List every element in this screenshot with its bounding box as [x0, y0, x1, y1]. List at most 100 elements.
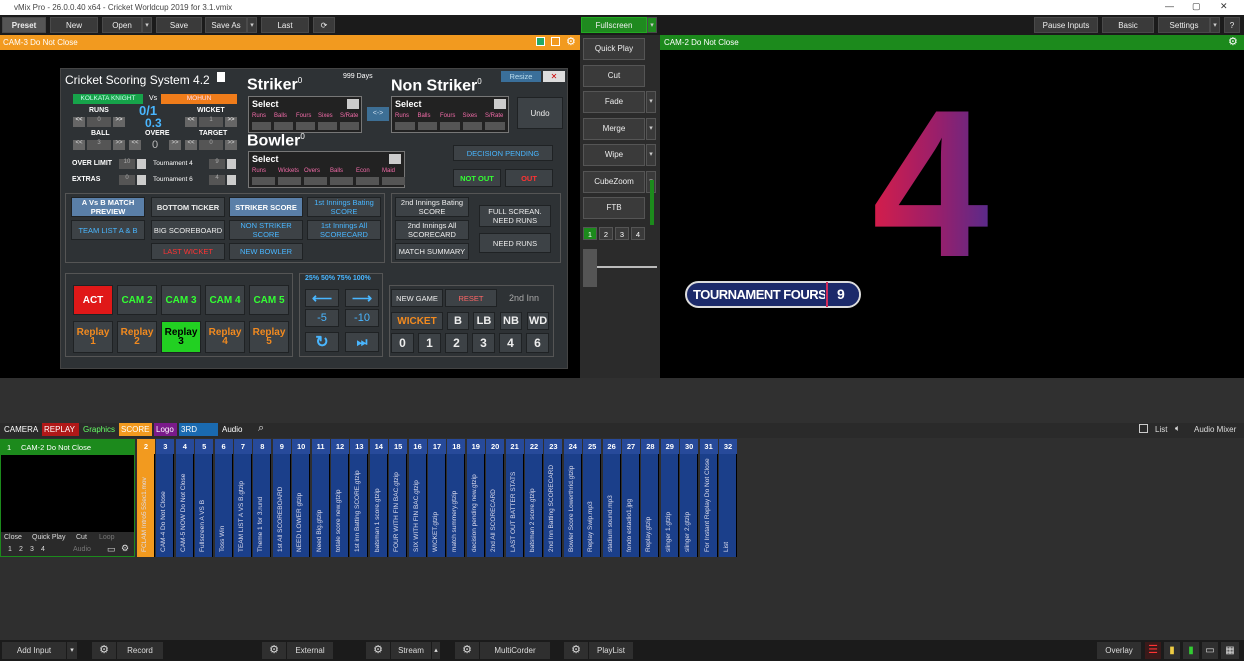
run-0-button[interactable]: 0 — [391, 333, 414, 353]
level-icon[interactable]: ▮ — [1183, 642, 1199, 659]
cam-button-1[interactable]: ACT — [73, 285, 113, 315]
no-ball-button[interactable]: NB — [500, 312, 522, 330]
bye-button[interactable]: B — [447, 312, 469, 330]
input-tile-10[interactable]: 10 NEED LOWER gtzip — [292, 439, 311, 557]
input-1[interactable]: 1 CAM-2 Do Not Close Close Quick Play Cut L… — [0, 439, 135, 557]
input-1-loop-button[interactable]: Loop — [99, 534, 115, 541]
input-tile-7[interactable]: 7 TEAM LIST A VS B.gtzip — [234, 439, 252, 557]
bottom-ticker-button[interactable]: BOTTOM TICKER — [151, 197, 225, 217]
speed-percent-label[interactable]: 25% 50% 75% 100% — [305, 275, 371, 282]
quick-play-button[interactable]: Quick Play — [583, 38, 645, 60]
merge-button[interactable]: Merge — [583, 118, 645, 140]
avsb-preview-button[interactable]: A Vs B MATCH PREVIEW — [71, 197, 145, 217]
wicket-plus-button[interactable]: >> — [225, 117, 237, 127]
open-button[interactable]: Open — [102, 17, 142, 33]
multicorder-gear-icon[interactable]: ⚙ — [455, 642, 479, 659]
refresh-icon[interactable]: ⟳ — [313, 17, 335, 33]
reset-button[interactable]: RESET — [445, 289, 497, 307]
input-1-quick-play-button[interactable]: Quick Play — [32, 534, 65, 541]
match-summary-button[interactable]: MATCH SUMMARY — [395, 243, 469, 260]
input-1-slot-2[interactable]: 2 — [19, 546, 23, 553]
input-tile-3[interactable]: 3 CAM-4 Do Not Close — [156, 439, 175, 557]
fullscreen-button[interactable]: Fullscreen — [581, 17, 647, 33]
input-tile-18[interactable]: 18 match summery.gtzip — [447, 439, 466, 557]
add-input-dropdown-icon[interactable]: ▾ — [67, 642, 77, 659]
add-input-button[interactable]: Add Input — [2, 642, 66, 659]
transition-slot-2[interactable]: 2 — [599, 227, 613, 240]
runs-minus-button[interactable]: << — [73, 117, 85, 127]
replay-loop-icon[interactable]: ↻ — [305, 332, 339, 352]
decision-pending-button[interactable]: DECISION PENDING — [453, 145, 553, 161]
record-button[interactable]: Record — [117, 642, 163, 659]
menu-icon[interactable]: ☰ — [1145, 642, 1161, 659]
input-tile-26[interactable]: 26 stadium sound.mp3 — [602, 439, 621, 557]
fade-dropdown-icon[interactable]: ▾ — [646, 91, 656, 113]
stream-button[interactable]: Stream — [391, 642, 431, 659]
out-button[interactable]: OUT — [505, 169, 553, 187]
input-1-slot-4[interactable]: 4 — [41, 546, 45, 553]
cubezoom-button[interactable]: CubeZoom — [583, 171, 645, 193]
second-innings-bating-button[interactable]: 2nd Innings Bating SCORE — [395, 197, 469, 217]
run-3-button[interactable]: 3 — [472, 333, 495, 353]
help-button[interactable]: ? — [1224, 17, 1240, 33]
input-tile-19[interactable]: 19 decision pending new.gtzip — [466, 439, 485, 557]
tab-3rd-ump[interactable]: 3RD UMP — [179, 423, 218, 447]
external-gear-icon[interactable]: ⚙ — [262, 642, 286, 659]
pause-inputs-button[interactable]: Pause Inputs — [1034, 17, 1098, 33]
preset-button[interactable]: Preset — [2, 17, 46, 33]
non-striker-select[interactable]: Select — [395, 99, 422, 109]
non-striker-search-icon[interactable] — [494, 99, 506, 109]
stat-value[interactable] — [252, 122, 271, 130]
replay-button-1[interactable]: Replay 1 — [73, 321, 113, 353]
minus-5-button[interactable]: -5 — [305, 309, 339, 327]
tab-graphics[interactable]: Graphics — [81, 423, 117, 436]
stat-value[interactable] — [318, 122, 337, 130]
leg-bye-button[interactable]: LB — [473, 312, 495, 330]
stat-value[interactable] — [296, 122, 315, 130]
new-button[interactable]: New — [50, 17, 98, 33]
input-tile-23[interactable]: 23 2nd Inn Batting SCORECARD — [544, 439, 563, 557]
multicorder-button[interactable]: MultiCorder — [480, 642, 550, 659]
stat-value[interactable] — [382, 177, 405, 185]
input-tile-8[interactable]: 8 Theme 1 for 3.rund — [253, 439, 272, 557]
full-screen-need-runs-button[interactable]: FULL SCREAN. NEED RUNS — [479, 205, 551, 227]
settings-dropdown-icon[interactable]: ▾ — [1210, 17, 1220, 33]
input-tile-11[interactable]: 11 Need Big.gtzip — [311, 439, 330, 557]
wide-button[interactable]: WD — [527, 312, 549, 330]
stat-value[interactable] — [485, 122, 505, 130]
settings-button[interactable]: Settings — [1158, 17, 1210, 33]
save-button[interactable]: Save — [156, 17, 202, 33]
transition-slot-1[interactable]: 1 — [583, 227, 597, 240]
input-tile-29[interactable]: 29 slinger 1.gtzip — [660, 439, 679, 557]
first-innings-scorecard-button[interactable]: 1st Innings All SCORECARD — [307, 220, 381, 240]
swap-batsmen-button[interactable]: <-> — [367, 107, 389, 121]
input-tile-30[interactable]: 30 slinger 2.gtzip — [680, 439, 699, 557]
fade-button[interactable]: Fade — [583, 91, 645, 113]
input-tile-25[interactable]: 25 Replay Swip.mp3 — [583, 439, 602, 557]
cam-button-2[interactable]: CAM 2 — [117, 285, 157, 315]
basic-button[interactable]: Basic — [1102, 17, 1154, 33]
open-dropdown-icon[interactable]: ▾ — [142, 17, 152, 33]
input-1-cut-button[interactable]: Cut — [76, 534, 87, 541]
preview-gear-icon[interactable]: ⚙ — [566, 35, 576, 48]
need-runs-button[interactable]: NEED RUNS — [479, 233, 551, 253]
input-tile-31[interactable]: 31 For Instant Replay Do Not Close — [699, 439, 718, 557]
tab-logo[interactable]: Logo — [154, 423, 177, 436]
input-tile-22[interactable]: 22 batsman 2 score.gtzip — [525, 439, 543, 557]
merge-dropdown-icon[interactable]: ▾ — [646, 118, 656, 140]
cam-button-3[interactable]: CAM 3 — [161, 285, 201, 315]
new-game-button[interactable]: NEW GAME — [391, 289, 443, 307]
input-1-audio-button[interactable]: Audio — [73, 546, 91, 553]
run-1-button[interactable]: 1 — [418, 333, 441, 353]
team-list-button[interactable]: TEAM LIST A & B — [71, 220, 145, 240]
stat-value[interactable] — [417, 122, 437, 130]
minus-10-button[interactable]: -10 — [345, 309, 379, 327]
save-as-dropdown-icon[interactable]: ▾ — [247, 17, 257, 33]
last-button[interactable]: Last — [261, 17, 309, 33]
last-wicket-button[interactable]: LAST WICKET — [151, 243, 225, 260]
stat-value[interactable] — [274, 122, 293, 130]
over-limit-input[interactable]: 10 — [119, 159, 135, 169]
stat-value[interactable] — [395, 122, 415, 130]
program-gear-icon[interactable]: ⚙ — [1228, 35, 1238, 48]
input-1-slot-1[interactable]: 1 — [8, 546, 12, 553]
